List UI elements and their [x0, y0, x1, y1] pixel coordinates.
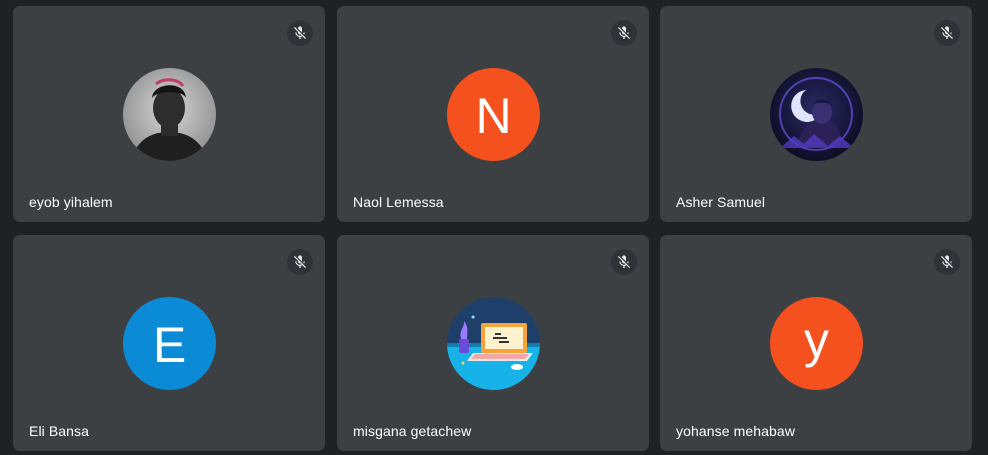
- avatar-illustration: [447, 297, 540, 390]
- participant-tile-eli-bansa[interactable]: E Eli Bansa: [13, 235, 325, 451]
- mic-off-icon: [611, 20, 637, 46]
- participant-tile-eyob-yihalem[interactable]: eyob yihalem: [13, 6, 325, 222]
- avatar-initial: y: [770, 297, 863, 390]
- mic-off-icon: [287, 249, 313, 275]
- participant-name: Naol Lemessa: [353, 194, 444, 210]
- participant-tile-asher-samuel[interactable]: Asher Samuel: [660, 6, 972, 222]
- avatar-initial-letter: y: [804, 311, 829, 368]
- avatar-initial: N: [447, 68, 540, 161]
- avatar-photo: [123, 68, 216, 161]
- participant-tile-misgana-getachew[interactable]: misgana getachew: [337, 235, 649, 451]
- participant-name: Eli Bansa: [29, 423, 90, 439]
- mic-off-icon: [287, 20, 313, 46]
- avatar-initial-letter: E: [152, 316, 187, 373]
- participant-name: eyob yihalem: [29, 194, 113, 210]
- participant-tile-yohanse-mehabaw[interactable]: y yohanse mehabaw: [660, 235, 972, 451]
- participant-tile-naol-lemessa[interactable]: N Naol Lemessa: [337, 6, 649, 222]
- participant-name: misgana getachew: [353, 423, 472, 439]
- mic-off-icon: [611, 249, 637, 275]
- avatar-photo: [770, 68, 863, 161]
- mic-off-icon: [934, 20, 960, 46]
- avatar-initial: E: [123, 297, 216, 390]
- avatar-initial-letter: N: [475, 87, 512, 144]
- participant-grid: eyob yihalem N Naol Lemessa Asher Samuel…: [0, 0, 988, 455]
- participant-name: yohanse mehabaw: [676, 423, 796, 439]
- participant-name: Asher Samuel: [676, 194, 766, 210]
- mic-off-icon: [934, 249, 960, 275]
